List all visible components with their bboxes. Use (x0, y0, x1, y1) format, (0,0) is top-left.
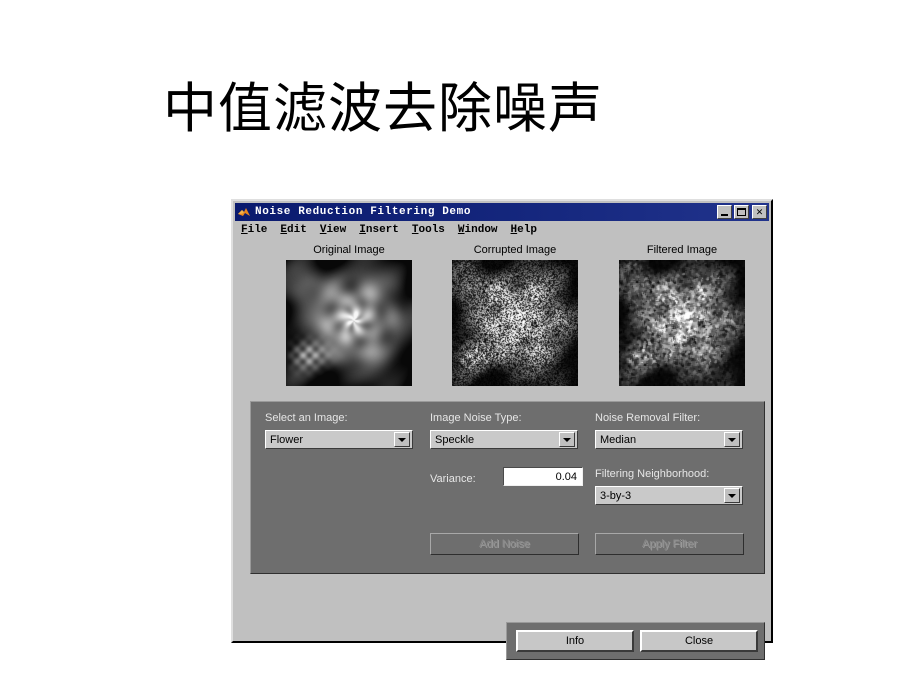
menu-label: ools (418, 223, 445, 236)
chevron-down-icon[interactable] (394, 432, 410, 447)
window-client-area: Original Image Corrupted Image Filtered … (235, 238, 769, 660)
menu-bar: File Edit View Insert Tools Window Help (235, 221, 769, 238)
menu-item-window[interactable]: Window (458, 224, 498, 236)
corrupted-image (452, 260, 578, 386)
minimize-button[interactable] (717, 205, 732, 219)
menu-label: iew (326, 223, 347, 236)
corrupted-image-caption: Corrupted Image (473, 244, 557, 256)
removal-filter-dropdown[interactable]: Median (595, 430, 743, 449)
neighborhood-dropdown[interactable]: 3-by-3 (595, 486, 743, 505)
menu-label: dit (287, 223, 307, 236)
menu-label: nsert (365, 223, 399, 236)
menu-item-insert[interactable]: Insert (359, 224, 399, 236)
footer-button-strip: Info Close (506, 622, 765, 660)
close-icon: ✕ (755, 207, 764, 217)
menu-label: indow (464, 223, 498, 236)
original-image-block: Original Image (269, 244, 429, 386)
original-image-caption: Original Image (313, 244, 385, 256)
variance-label: Variance: (430, 473, 476, 485)
filtered-image-caption: Filtered Image (646, 244, 718, 256)
select-image-label: Select an Image: (265, 412, 348, 424)
menu-item-view[interactable]: View (320, 224, 346, 236)
variance-input[interactable]: 0.04 (503, 467, 583, 486)
info-button[interactable]: Info (516, 630, 634, 652)
corrupted-image-block: Corrupted Image (435, 244, 595, 386)
filtered-image-block: Filtered Image (602, 244, 762, 386)
menu-item-file[interactable]: File (241, 224, 267, 236)
menu-label: elp (517, 223, 537, 236)
menu-accel: I (359, 223, 366, 236)
noise-type-label: Image Noise Type: (430, 412, 522, 424)
window-title-bar: Noise Reduction Filtering Demo ✕ (235, 203, 769, 221)
filtered-image (619, 260, 745, 386)
noise-reduction-demo-window: Noise Reduction Filtering Demo ✕ File Ed… (231, 199, 773, 660)
image-preview-row: Original Image Corrupted Image Filtered … (235, 244, 769, 394)
noise-type-value: Speckle (435, 433, 475, 446)
chevron-down-icon[interactable] (559, 432, 575, 447)
original-image-frame (286, 260, 412, 386)
apply-filter-button[interactable]: Apply Filter (595, 533, 744, 555)
add-noise-button[interactable]: Add Noise (430, 533, 579, 555)
removal-filter-label: Noise Removal Filter: (595, 412, 701, 424)
filtered-image-frame (619, 260, 745, 386)
removal-filter-value: Median (600, 433, 637, 446)
select-image-value: Flower (270, 433, 304, 446)
chevron-down-icon[interactable] (724, 432, 740, 447)
menu-item-tools[interactable]: Tools (412, 224, 445, 236)
window-title: Noise Reduction Filtering Demo (255, 206, 472, 218)
menu-label: ile (247, 223, 268, 236)
menu-accel: F (241, 223, 248, 236)
chevron-down-icon[interactable] (724, 488, 740, 503)
maximize-icon (737, 208, 746, 216)
menu-accel: W (457, 223, 465, 236)
controls-panel: Select an Image: Flower Image Noise Type… (250, 401, 765, 574)
menu-item-help[interactable]: Help (511, 224, 537, 236)
page-title: 中值滤波去除噪声 (163, 79, 603, 139)
matlab-icon (237, 205, 251, 219)
maximize-button[interactable] (734, 205, 749, 219)
corrupted-image-frame (452, 260, 578, 386)
close-dialog-button[interactable]: Close (640, 630, 758, 652)
neighborhood-label: Filtering Neighborhood: (595, 468, 710, 480)
close-button[interactable]: ✕ (752, 205, 767, 219)
neighborhood-value: 3-by-3 (600, 489, 632, 502)
menu-accel: T (411, 223, 419, 236)
noise-type-dropdown[interactable]: Speckle (430, 430, 578, 449)
minimize-icon (721, 214, 728, 216)
menu-item-edit[interactable]: Edit (280, 224, 306, 236)
original-image (286, 260, 412, 386)
select-image-dropdown[interactable]: Flower (265, 430, 413, 449)
